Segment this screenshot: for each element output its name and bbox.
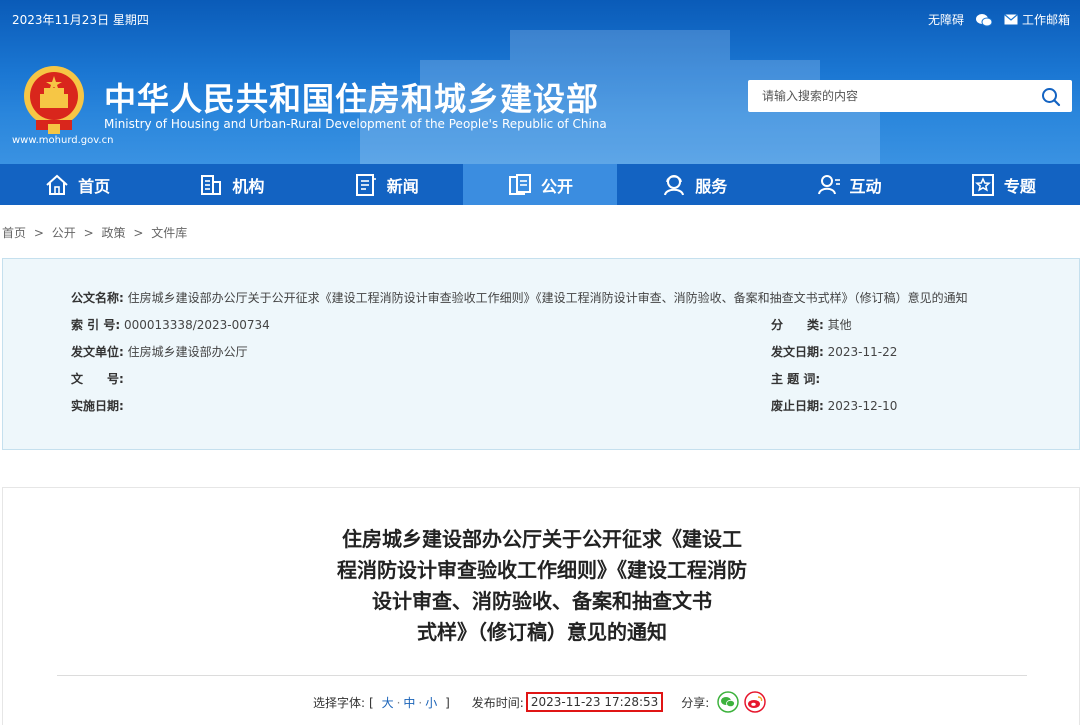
font-sep: · (396, 695, 401, 710)
meta-category: 分 类: 其他 (771, 316, 852, 333)
meta-label: 索 引 号: (71, 318, 121, 332)
meta-issuer: 发文单位: 住房城乡建设部办公厅 (71, 343, 248, 360)
meta-effective-date: 实施日期: (71, 397, 124, 414)
font-size-small-link[interactable]: 小 (425, 696, 437, 710)
top-links: 无障碍 工作邮箱 (928, 11, 1070, 28)
mail-icon (1004, 14, 1018, 25)
meta-label: 公文名称: (71, 291, 124, 305)
nav-label-topic: 专题 (1003, 176, 1036, 196)
breadcrumb-separator: > (133, 226, 144, 240)
breadcrumb-separator: > (83, 226, 94, 240)
work-email-label: 工作邮箱 (1021, 13, 1070, 27)
nav-item-service[interactable]: 服务 (617, 164, 771, 205)
font-size-medium-link[interactable]: 中 (403, 696, 415, 710)
font-bracket-close: ] (445, 695, 450, 710)
news-icon (355, 173, 376, 196)
wechat-share-icon[interactable] (717, 691, 740, 713)
meta-value: 其他 (827, 318, 852, 332)
meta-value: 000013338/2023-00734 (123, 318, 270, 332)
share-label: 分享: (681, 695, 710, 710)
meta-value: 2023-12-10 (827, 399, 898, 413)
top-bar: 2023年11月23日 星期四 无障碍 工作邮箱 (0, 0, 1080, 36)
nav-item-organization[interactable]: 机构 (154, 164, 308, 205)
meta-doc-name: 公文名称: 住房城乡建设部办公厅关于公开征求《建设工程消防设计审查验收工作细则》… (71, 289, 968, 306)
meta-value: 住房城乡建设部办公厅 (127, 345, 248, 359)
font-size-large-link[interactable]: 大 (382, 696, 394, 710)
nav-label-news: 新闻 (386, 176, 419, 196)
article-title-line: 设计审查、消防验收、备案和抽查文书 (372, 589, 712, 613)
meta-label: 发文日期: (771, 345, 824, 359)
publish-time-label: 发布时间: (471, 695, 524, 710)
nav-label-service: 服务 (695, 176, 728, 196)
meta-label: 主 题 词: (771, 372, 821, 386)
national-emblem-icon[interactable] (22, 64, 86, 136)
home-icon (46, 174, 68, 195)
meta-expire-date: 废止日期: 2023-12-10 (771, 397, 897, 414)
nav-label-home: 首页 (78, 176, 111, 196)
nav-item-interact[interactable]: 互动 (771, 164, 925, 205)
article-title-line: 程消防设计审查验收工作细则》《建设工程消防 (337, 558, 747, 582)
current-date: 2023年11月23日 星期四 (12, 13, 149, 27)
search-icon[interactable] (1040, 86, 1062, 108)
meta-label: 分 类: (771, 318, 824, 332)
meta-label: 实施日期: (71, 399, 124, 413)
breadcrumb-library[interactable]: 文件库 (151, 226, 187, 240)
search-input[interactable] (748, 80, 1028, 112)
open-icon (508, 173, 531, 195)
meta-label: 废止日期: (771, 399, 824, 413)
breadcrumb-separator: > (33, 226, 44, 240)
title-divider (57, 675, 1027, 676)
meta-doc-number: 文 号: (71, 370, 124, 387)
font-size-label: 选择字体: (313, 695, 366, 710)
nav-label-organization: 机构 (232, 176, 265, 196)
nav-label-interact: 互动 (849, 176, 882, 196)
nav-label-open: 公开 (540, 176, 573, 196)
article-panel: 住房城乡建设部办公厅关于公开征求《建设工 程消防设计审查验收工作细则》《建设工程… (2, 487, 1080, 725)
meta-label: 发文单位: (71, 345, 124, 359)
site-header: 2023年11月23日 星期四 无障碍 工作邮箱 www.mohurd.gov.… (0, 0, 1080, 164)
meta-label: 文 号: (71, 372, 124, 386)
font-bracket-open: [ (369, 695, 374, 710)
meta-issue-date: 发文日期: 2023-11-22 (771, 343, 897, 360)
meta-value: 住房城乡建设部办公厅关于公开征求《建设工程消防设计审查验收工作细则》《建设工程消… (127, 291, 968, 305)
site-subtitle: Ministry of Housing and Urban-Rural Deve… (104, 117, 607, 131)
search-box (748, 80, 1072, 112)
nav-item-topic[interactable]: 专题 (926, 164, 1080, 205)
nav-item-home[interactable]: 首页 (0, 164, 154, 205)
breadcrumb-home[interactable]: 首页 (2, 226, 26, 240)
wechat-icon[interactable] (975, 13, 992, 27)
meta-keywords: 主 题 词: (771, 370, 820, 387)
meta-index: 索 引 号: 000013338/2023-00734 (71, 316, 270, 333)
building-icon (201, 174, 222, 195)
article-toolbar: 选择字体: [ 大 · 中 · 小 ] 发布时间: 2023-11-23 17:28:5… (313, 691, 767, 713)
accessibility-link[interactable]: 无障碍 (928, 11, 964, 28)
topic-icon (971, 173, 994, 196)
font-sep: · (418, 695, 423, 710)
breadcrumb: 首页 > 公开 > 政策 > 文件库 (2, 224, 191, 241)
weibo-share-icon[interactable] (744, 691, 767, 713)
document-meta-box: 公文名称: 住房城乡建设部办公厅关于公开征求《建设工程消防设计审查验收工作细则》… (2, 258, 1080, 450)
article-title-line: 式样》（修订稿）意见的通知 (417, 620, 667, 644)
article-title: 住房城乡建设部办公厅关于公开征求《建设工 程消防设计审查验收工作细则》《建设工程… (3, 524, 1080, 648)
breadcrumb-policy[interactable]: 政策 (101, 226, 125, 240)
site-title[interactable]: 中华人民共和国住房和城乡建设部 (104, 74, 599, 120)
site-url: www.mohurd.gov.cn (12, 135, 114, 146)
nav-item-news[interactable]: 新闻 (309, 164, 463, 205)
service-icon (664, 174, 685, 195)
interact-icon (817, 174, 840, 194)
publish-time-value: 2023-11-23 17:28:53 (525, 692, 664, 712)
article-title-line: 住房城乡建设部办公厅关于公开征求《建设工 (342, 527, 742, 551)
work-email-link[interactable]: 工作邮箱 (1004, 11, 1070, 28)
nav-item-open[interactable]: 公开 (462, 164, 618, 205)
meta-value: 2023-11-22 (827, 345, 898, 359)
font-size-selector: [ 大 · 中 · 小 ] (369, 694, 450, 711)
breadcrumb-open[interactable]: 公开 (52, 226, 76, 240)
main-nav: 首页 机构 新闻 公开 服务 互动 专题 (0, 164, 1080, 205)
